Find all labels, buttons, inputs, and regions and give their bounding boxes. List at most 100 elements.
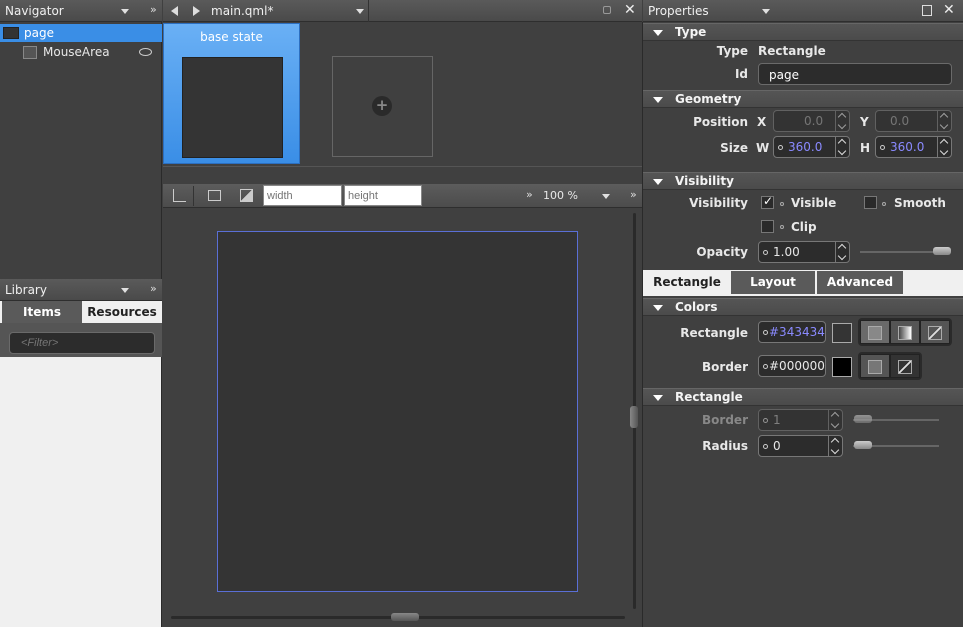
dot-icon [780, 225, 784, 229]
type-value: Rectangle [758, 44, 826, 58]
chevron-down-icon[interactable] [762, 9, 770, 14]
solid-fill-button[interactable] [860, 320, 890, 344]
x-value: 0.0 [804, 114, 824, 128]
border-color-field[interactable]: #000000 [758, 355, 826, 377]
zoom-level[interactable]: 100 % [543, 189, 578, 202]
w-spinbox[interactable]: 360.0 [773, 136, 850, 158]
border-mode-group [858, 352, 922, 380]
navigator-tree: page MouseArea [0, 22, 162, 280]
border-spinbox[interactable]: 1 [758, 409, 843, 431]
id-field[interactable]: page [758, 63, 952, 85]
y-spinbox[interactable]: 0.0 [875, 110, 952, 132]
clip-label: Clip [791, 220, 817, 234]
plus-icon: + [372, 96, 392, 116]
height-input[interactable] [344, 185, 422, 206]
double-chevron-icon[interactable]: » [526, 188, 533, 201]
bounding-box-icon[interactable] [208, 190, 221, 201]
horizontal-scroll-thumb[interactable] [391, 613, 419, 621]
y-label: Y [860, 115, 869, 129]
back-arrow-icon[interactable] [171, 6, 178, 16]
color-swatch[interactable] [832, 323, 852, 343]
clip-checkbox[interactable] [761, 220, 774, 233]
state-label: base state [200, 30, 263, 44]
close-icon[interactable]: ✕ [624, 2, 636, 18]
filter-input[interactable] [9, 332, 155, 354]
opacity-spinbox[interactable]: 1.00 [758, 241, 850, 263]
rect-color-value: #343434 [769, 325, 825, 339]
size-label: Size [720, 141, 748, 155]
dot-icon [780, 202, 784, 206]
gradient-fill-button[interactable] [890, 320, 920, 344]
radius-value: 0 [773, 439, 781, 453]
rect-color-field[interactable]: #343434 [758, 321, 826, 343]
color-swatch[interactable] [832, 357, 852, 377]
tab-items[interactable]: Items [2, 301, 82, 323]
tree-item-page[interactable]: page [0, 24, 162, 42]
background-icon[interactable] [240, 189, 253, 202]
position-label: Position [693, 115, 748, 129]
chevron-down-icon[interactable] [121, 9, 129, 14]
opacity-value: 1.00 [773, 245, 800, 259]
section-title: Rectangle [675, 390, 743, 404]
close-icon[interactable]: ✕ [943, 2, 955, 18]
no-border-button[interactable] [890, 354, 920, 378]
tree-item-label: page [24, 26, 54, 40]
tab-advanced[interactable]: Advanced [817, 271, 903, 294]
chevron-down-icon[interactable] [121, 288, 129, 293]
divider [368, 0, 369, 22]
border-color-value: #000000 [769, 359, 825, 373]
filter-bar [0, 323, 162, 357]
tree-item-label: MouseArea [43, 45, 110, 59]
library-header: Library » [0, 279, 162, 301]
visibility-label: Visibility [689, 196, 748, 210]
tree-item-mousearea[interactable]: MouseArea [0, 43, 162, 61]
w-label: W [756, 141, 770, 155]
chevron-down-icon[interactable] [356, 9, 364, 14]
forward-arrow-icon[interactable] [193, 6, 200, 16]
section-geometry[interactable]: Geometry [643, 90, 963, 108]
double-chevron-icon[interactable]: » [630, 188, 637, 201]
section-rectangle[interactable]: Rectangle [643, 388, 963, 406]
float-icon[interactable] [922, 5, 932, 16]
section-type[interactable]: Type [643, 23, 963, 41]
no-fill-button[interactable] [920, 320, 950, 344]
properties-panel: Type Type Rectangle Id page Geometry Pos… [642, 22, 963, 627]
border-label: Border [702, 413, 748, 427]
border-value: 1 [773, 413, 781, 427]
lock-icon[interactable] [603, 6, 611, 14]
border-slider-handle[interactable] [854, 415, 872, 423]
eye-icon[interactable] [139, 48, 152, 56]
snap-icon[interactable] [173, 189, 186, 202]
h-label: H [860, 141, 871, 155]
file-name[interactable]: main.qml* [211, 4, 273, 18]
opacity-label: Opacity [696, 245, 748, 259]
opacity-slider-handle[interactable] [933, 247, 951, 255]
width-input[interactable] [263, 185, 342, 206]
navigator-header: Navigator » [0, 0, 162, 22]
h-value: 360.0 [890, 140, 925, 154]
tab-resources[interactable]: Resources [82, 301, 162, 323]
solid-border-button[interactable] [860, 354, 890, 378]
double-chevron-icon[interactable]: » [150, 282, 157, 295]
editor-toolbar: main.qml* ✕ [163, 0, 642, 22]
double-chevron-icon[interactable]: » [150, 3, 157, 16]
page-rectangle[interactable] [217, 231, 578, 592]
tab-layout[interactable]: Layout [731, 271, 815, 294]
rect-color-label: Rectangle [680, 326, 748, 340]
navigator-title: Navigator [5, 4, 64, 18]
section-colors[interactable]: Colors [643, 298, 963, 316]
tab-rectangle[interactable]: Rectangle [644, 271, 730, 294]
vertical-scroll-thumb[interactable] [630, 406, 638, 428]
base-state-card[interactable]: base state [163, 23, 300, 164]
x-spinbox[interactable]: 0.0 [773, 110, 850, 132]
radius-spinbox[interactable]: 0 [758, 435, 843, 457]
visible-checkbox[interactable]: ✓ [761, 194, 774, 209]
section-visibility[interactable]: Visibility [643, 172, 963, 190]
add-state-card[interactable]: + [332, 56, 433, 157]
h-spinbox[interactable]: 360.0 [875, 136, 952, 158]
visible-label: Visible [791, 196, 837, 210]
divider [193, 186, 194, 206]
chevron-down-icon[interactable] [602, 194, 610, 199]
smooth-checkbox[interactable] [864, 196, 877, 209]
radius-slider-handle[interactable] [854, 441, 872, 449]
